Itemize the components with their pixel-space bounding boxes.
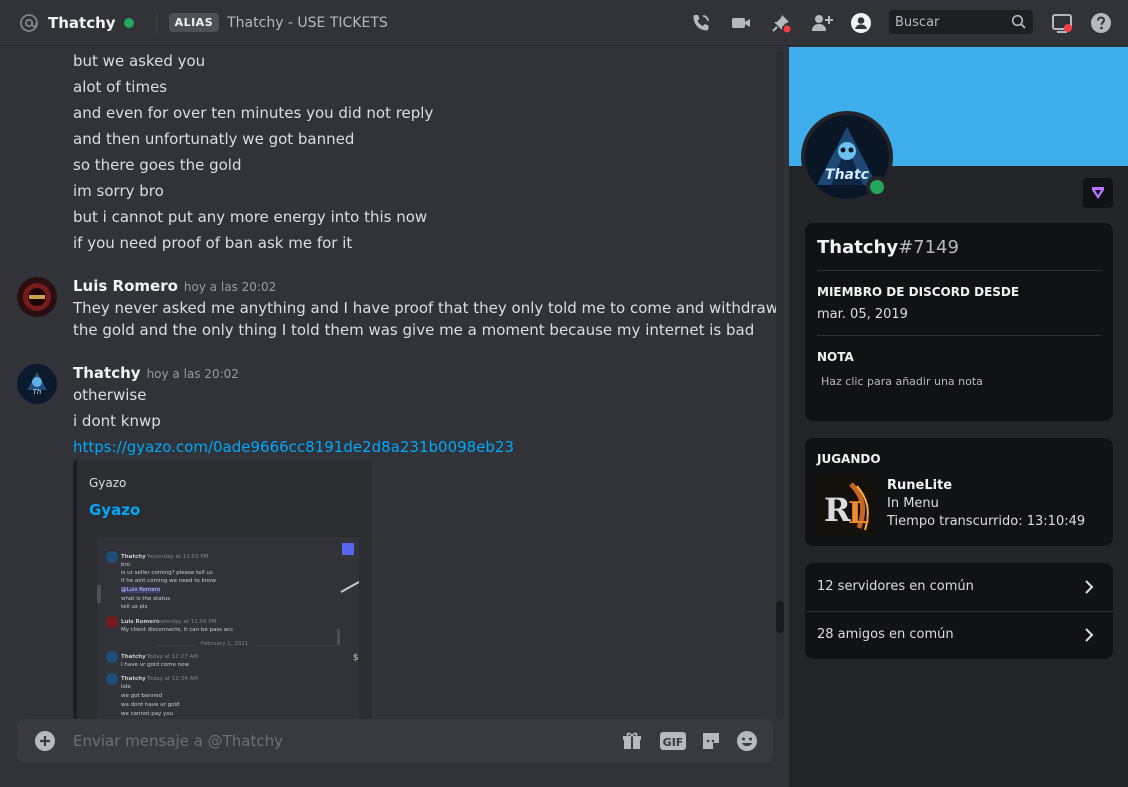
message-line: if you need proof of ban ask me for it <box>73 234 353 252</box>
activity-title: JUGANDO <box>817 452 881 466</box>
profile-username-line: Thatchy#7149 <box>817 237 959 258</box>
divider <box>817 270 1101 271</box>
add-friends-to-dm-icon[interactable] <box>810 11 834 35</box>
chevron-right-icon <box>1079 625 1099 645</box>
svg-text:R: R <box>824 491 851 529</box>
message-line: i dont knwp <box>73 412 161 430</box>
message-line: but we asked you <box>73 52 206 70</box>
message-line: They never asked me anything and I have … <box>73 299 778 317</box>
search-icon <box>1011 14 1027 34</box>
runelite-game-icon[interactable]: RL <box>817 476 877 536</box>
message-header: Luis Romero hoy a las 20:02 <box>73 277 276 295</box>
message-line: alot of times <box>73 78 168 96</box>
mutual-friends-row[interactable]: 28 amigos en común <box>805 611 1113 659</box>
user-profile-panel: Thatc Thatchy#7149 MIEMBRO DE DISCORD DE… <box>789 47 1128 787</box>
mutuals-card: 12 servidores en común 28 amigos en comú… <box>805 563 1113 659</box>
emoji-picker-icon[interactable] <box>735 729 759 753</box>
message-composer[interactable]: Enviar mensaje a @Thatchy GIF <box>17 719 773 763</box>
member-since-title: MIEMBRO DE DISCORD DESDE <box>817 285 1020 299</box>
profile-info-card: Thatchy#7149 MIEMBRO DE DISCORD DESDE ma… <box>805 223 1113 421</box>
game-state: In Menu <box>887 496 939 511</box>
message-timestamp: hoy a las 20:02 <box>183 280 277 294</box>
header-divider <box>155 10 157 35</box>
svg-text:L: L <box>848 496 869 531</box>
message-line: otherwise <box>73 386 147 404</box>
gif-picker-icon[interactable]: GIF <box>660 729 686 753</box>
at-sign-icon <box>18 12 40 34</box>
svg-text:Thatc: Thatc <box>825 167 870 183</box>
embed-image[interactable]: Thatchy Yesterday at 11:53 PM bro is ur … <box>97 537 359 740</box>
scroll-thumb[interactable] <box>776 601 784 633</box>
search-placeholder: Buscar <box>895 14 940 30</box>
alias-text: Thatchy - USE TICKETS <box>227 14 388 31</box>
profile-status <box>866 176 888 198</box>
embed-title[interactable]: Gyazo <box>89 501 140 519</box>
chat-scrollbar[interactable] <box>776 51 784 719</box>
online-status-dot <box>123 17 134 28</box>
message-link[interactable]: https://gyazo.com/0ade9666cc8191de2d8a23… <box>73 438 514 456</box>
avatar-thatchy[interactable]: Th <box>17 364 57 404</box>
message-line: im sorry bro <box>73 182 164 200</box>
voice-call-icon[interactable] <box>689 11 713 35</box>
profile-username: Thatchy <box>817 237 899 258</box>
pinned-messages-icon[interactable] <box>769 11 793 35</box>
link-embed: Gyazo Gyazo Thatchy Yesterday at 11:53 P… <box>73 460 372 740</box>
search-input[interactable]: Buscar <box>889 10 1033 34</box>
chat-area: but we asked you alot of times and even … <box>0 47 789 787</box>
game-elapsed: Tiempo transcurrido: 13:10:49 <box>887 514 1086 529</box>
mutual-friends-label: 28 amigos en común <box>817 627 954 642</box>
svg-text:GIF: GIF <box>663 736 684 749</box>
help-icon[interactable] <box>1089 11 1113 35</box>
inbox-icon[interactable] <box>1050 11 1074 35</box>
author-name[interactable]: Luis Romero <box>73 277 178 295</box>
message-line: but i cannot put any more energy into th… <box>73 208 428 226</box>
online-status-dot <box>870 180 884 194</box>
chevron-right-icon <box>1079 577 1099 597</box>
composer-placeholder: Enviar mensaje a @Thatchy <box>73 732 284 750</box>
activity-card: JUGANDO RL RuneLite In Menu Tiempo trans… <box>805 438 1113 546</box>
user-profile-icon[interactable] <box>849 11 873 35</box>
author-name[interactable]: Thatchy <box>73 364 141 382</box>
alias-badge: ALIAS <box>168 13 220 32</box>
message-line: so there goes the gold <box>73 156 242 174</box>
message-timestamp: hoy a las 20:02 <box>146 367 239 381</box>
svg-text:Th: Th <box>33 388 42 396</box>
divider <box>817 335 1101 336</box>
member-since-date: mar. 05, 2019 <box>817 307 908 322</box>
profile-discriminator: #7149 <box>898 237 959 258</box>
mutual-servers-label: 12 servidores en común <box>817 579 974 594</box>
message-line: and even for over ten minutes you did no… <box>73 104 434 122</box>
embed-provider[interactable]: Gyazo <box>89 476 126 490</box>
channel-title[interactable]: Thatchy <box>48 14 116 32</box>
nitro-badge-icon[interactable] <box>1083 178 1113 208</box>
top-bar: Thatchy ALIAS Thatchy - USE TICKETS Busc… <box>0 0 1128 46</box>
note-title: NOTA <box>817 350 854 364</box>
avatar-luis-romero[interactable] <box>17 277 57 317</box>
message-line: and then unfortunatly we got banned <box>73 130 355 148</box>
video-call-icon[interactable] <box>729 11 753 35</box>
mutual-servers-row[interactable]: 12 servidores en común <box>805 563 1113 611</box>
sticker-icon[interactable] <box>699 729 723 753</box>
game-name: RuneLite <box>887 478 953 493</box>
note-input[interactable]: Haz clic para añadir una nota <box>821 375 983 388</box>
gift-icon[interactable] <box>620 729 644 753</box>
message-line: the gold and the only thing I told them … <box>73 321 755 339</box>
attach-plus-icon[interactable] <box>33 729 57 753</box>
message-header: Thatchy hoy a las 20:02 <box>73 364 239 382</box>
